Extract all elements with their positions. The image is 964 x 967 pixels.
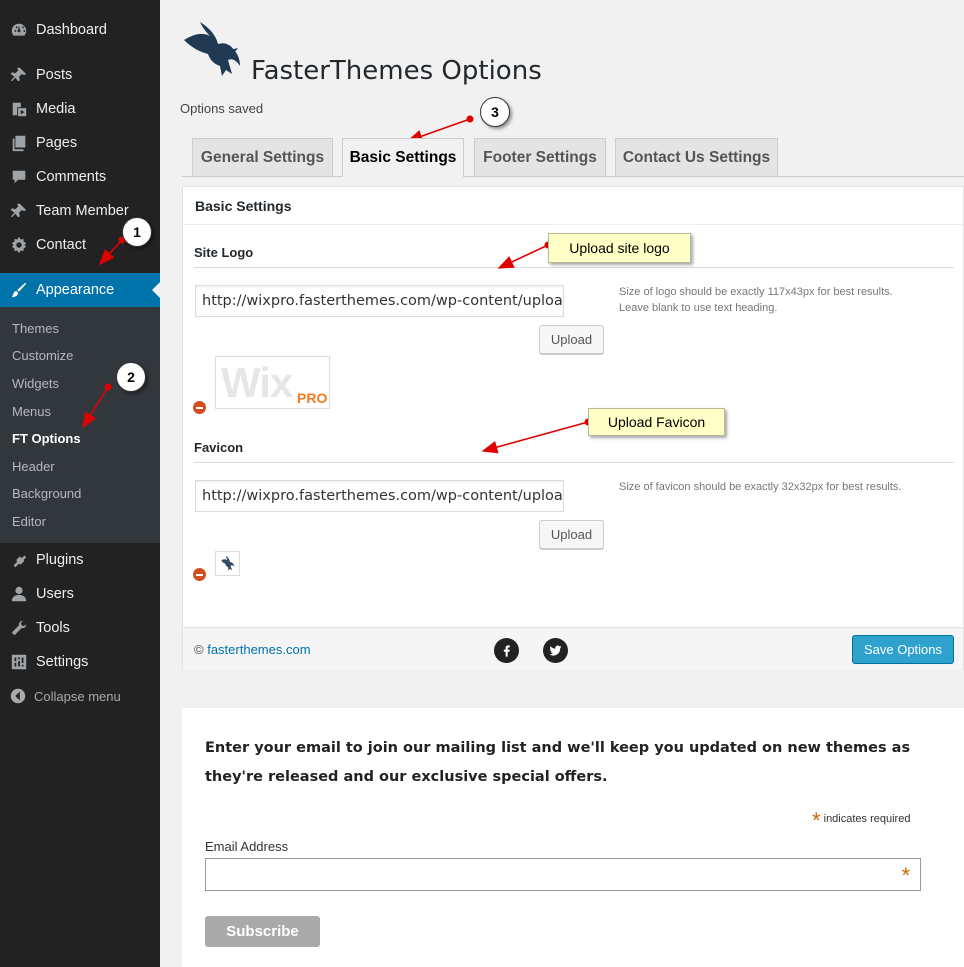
site-logo-help: Size of logo should be exactly 117x43px … [619,286,893,314]
menu-label: Dashboard [36,22,107,38]
brush-icon [9,280,29,300]
favicon-help: Size of favicon should be exactly 32x32p… [619,481,902,493]
favicon-url-input[interactable]: http://wixpro.fasterthemes.com/wp-conten… [195,480,564,512]
media-icon [9,99,29,119]
menu-label: Media [36,101,76,117]
users-icon [9,584,29,604]
required-note-text: indicates required [823,813,911,825]
site-logo-upload-button[interactable]: Upload [539,325,604,354]
panel-header: Basic Settings [183,187,963,225]
logo-preview-sub: PRO [297,390,328,406]
mailing-list-text: Enter your email to join our mailing lis… [205,740,911,785]
divider [194,462,954,463]
step-badge-3: 3 [480,97,510,127]
submenu-widgets[interactable]: Widgets [12,376,59,391]
tab-footer-settings[interactable]: Footer Settings [474,138,606,176]
remove-favicon-icon[interactable] [193,568,206,581]
submenu-customize[interactable]: Customize [12,348,73,363]
admin-sidebar: Dashboard Posts Media Pages Comments Tea… [0,0,160,967]
submenu-themes[interactable]: Themes [12,321,59,336]
required-asterisk: * [901,863,910,888]
favicon-preview [215,551,240,576]
collapse-menu-button[interactable]: Collapse menu [0,684,160,708]
menu-plugins[interactable]: Plugins [0,543,160,577]
menu-settings[interactable]: Settings [0,645,160,679]
menu-label: Team Member [36,203,129,219]
facebook-icon[interactable] [494,638,519,663]
gear-icon [9,235,29,255]
arrow-dot [466,115,474,123]
save-options-button[interactable]: Save Options [852,635,954,664]
menu-label: Users [36,586,74,602]
submenu-menus[interactable]: Menus [12,404,51,419]
menu-label: Comments [36,169,107,185]
wrench-icon [9,618,29,638]
menu-label: Plugins [36,552,84,568]
email-address-input[interactable]: * [205,858,921,891]
menu-media[interactable]: Media [0,92,160,126]
menu-label: Contact [36,237,86,253]
menu-label: Tools [36,620,70,636]
appearance-submenu: Themes Customize Widgets Menus FT Option… [0,307,160,543]
site-logo-url-input[interactable]: http://wixpro.fasterthemes.com/wp-conten… [195,285,564,317]
menu-users[interactable]: Users [0,577,160,611]
options-saved-notice: Options saved [180,101,264,116]
collapse-label: Collapse menu [34,688,121,704]
tab-contact-us-settings[interactable]: Contact Us Settings [615,138,778,176]
panel-footer: © fasterthemes.com Save Options [183,627,963,670]
email-address-label: Email Address [205,839,289,854]
required-asterisk: * [812,808,821,833]
pages-icon [9,133,29,153]
dashboard-icon [9,20,29,40]
submenu-header[interactable]: Header [12,459,55,474]
step-badge-1: 1 [122,217,152,247]
menu-label: Posts [36,67,73,83]
copyright: © fasterthemes.com [194,642,311,657]
settings-icon [9,652,29,672]
menu-posts[interactable]: Posts [0,58,160,92]
pin-icon [9,201,29,221]
menu-dashboard[interactable]: Dashboard [0,13,160,47]
menu-label: Settings [36,654,89,670]
site-logo-label: Site Logo [194,245,254,260]
twitter-icon[interactable] [543,638,568,663]
plugin-icon [9,550,29,570]
pin-icon [9,65,29,85]
step-badge-2: 2 [116,362,146,392]
menu-pages[interactable]: Pages [0,126,160,160]
bird-logo-icon [182,20,242,80]
tab-general-settings[interactable]: General Settings [192,138,333,176]
favicon-upload-button[interactable]: Upload [539,520,604,549]
favicon-label: Favicon [194,440,244,455]
tab-basic-settings[interactable]: Basic Settings [342,138,464,177]
page-title: FasterThemes Options [251,56,542,86]
mailing-list-signup: Enter your email to join our mailing lis… [182,708,964,967]
callout-upload-favicon: Upload Favicon [588,408,725,436]
menu-appearance[interactable]: Appearance [0,273,160,307]
callout-upload-site-logo: Upload site logo [548,233,691,263]
submenu-editor[interactable]: Editor [12,514,46,529]
logo-preview-text: Wix [221,359,293,406]
divider [194,267,954,268]
remove-logo-icon[interactable] [193,401,206,414]
submenu-background[interactable]: Background [12,486,81,501]
required-note: * indicates required [812,808,910,834]
bird-favicon-icon [221,555,235,571]
site-logo-preview: Wix PRO [215,356,330,409]
panel-heading: Basic Settings [195,198,292,214]
menu-label: Appearance [36,282,115,298]
copyright-symbol: © [194,642,204,657]
fasterthemes-link[interactable]: fasterthemes.com [207,642,310,657]
comment-icon [9,167,29,187]
subscribe-button[interactable]: Subscribe [205,916,320,947]
submenu-ft-options[interactable]: FT Options [12,431,81,446]
tab-divider [182,176,964,177]
collapse-arrow-icon [9,687,27,705]
menu-comments[interactable]: Comments [0,160,160,194]
menu-label: Pages [36,135,78,151]
menu-tools[interactable]: Tools [0,611,160,645]
